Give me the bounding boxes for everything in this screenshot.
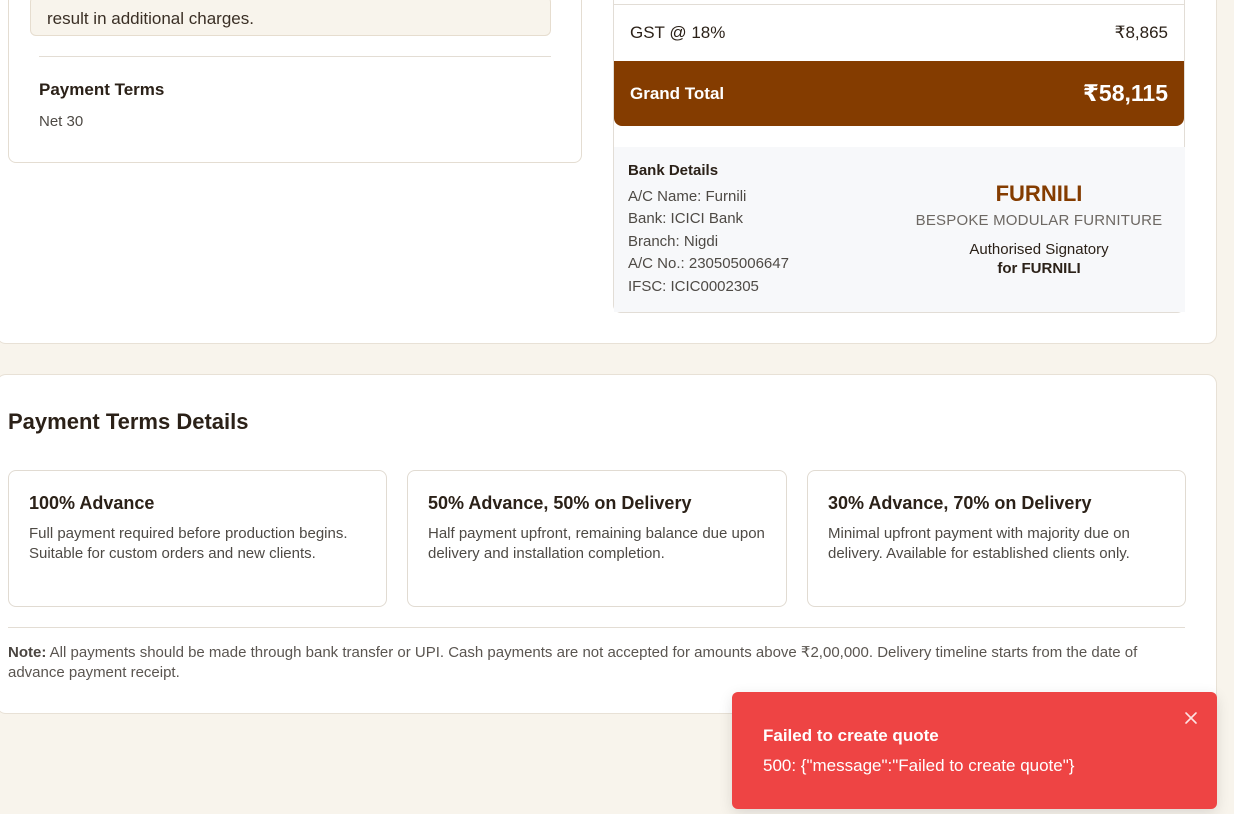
signatory-label: Authorised Signatory [969,241,1109,258]
grand-total-value: ₹58,115 [1082,80,1168,106]
divider [39,56,551,57]
toast-title: Failed to create quote [763,726,939,745]
grand-total-row: Grand Total ₹58,115 [614,61,1184,126]
bank-line-account-name: A/C Name: Furnili [628,188,747,205]
signatory-company: for FURNILI [997,260,1081,277]
payment-note: Note: All payments should be made throug… [8,643,1178,683]
term-option-title: 30% Advance, 70% on Delivery [828,493,1092,513]
quote-page: result in additional charges. Payment Te… [0,0,1234,814]
signatory-block: FURNILI BESPOKE MODULAR FURNITURE Author… [904,181,1174,277]
payment-terms-value: Net 30 [39,113,84,130]
payment-terms-label: Payment Terms [39,80,165,99]
term-option-title: 50% Advance, 50% on Delivery [428,493,692,513]
bank-line-ifsc: IFSC: ICIC0002305 [628,278,759,295]
brand-tagline: BESPOKE MODULAR FURNITURE [915,212,1163,229]
bank-line-bank: Bank: ICICI Bank [628,210,744,227]
term-option-description: Full payment required before production … [29,525,348,562]
grand-total-label: Grand Total [630,83,725,103]
payment-note-label: Note: [8,644,47,661]
payment-terms-details-title: Payment Terms Details [8,409,249,434]
term-option-title: 100% Advance [29,493,155,513]
brand-name: FURNILI [995,181,1083,206]
gst-value: ₹8,865 [1114,23,1168,42]
bank-details-title: Bank Details [628,162,719,179]
charges-note: result in additional charges. [30,0,551,36]
error-toast: Failed to create quote 500: {"message":"… [732,692,1217,809]
term-option-description: Minimal upfront payment with majority du… [828,525,1130,562]
payment-note-text: All payments should be made through bank… [8,644,1138,681]
charges-note-text: result in additional charges. [47,9,254,28]
gst-label: GST @ 18% [630,23,726,42]
term-option-thirty-advance: 30% Advance, 70% on Delivery Minimal upf… [807,470,1186,607]
term-option-full-advance: 100% Advance Full payment required befor… [8,470,387,607]
bank-details-section: Bank Details A/C Name: Furnili Bank: ICI… [614,147,1185,312]
toast-message: 500: {"message":"Failed to create quote"… [763,756,1075,775]
gst-row: GST @ 18% ₹8,865 [614,4,1184,61]
bank-line-branch: Branch: Nigdi [628,233,719,250]
term-option-description: Half payment upfront, remaining balance … [428,525,765,562]
divider [8,627,1185,628]
bank-line-account-number: A/C No.: 230505006647 [628,255,789,272]
close-icon[interactable] [1182,709,1200,727]
term-option-half-advance: 50% Advance, 50% on Delivery Half paymen… [407,470,787,607]
